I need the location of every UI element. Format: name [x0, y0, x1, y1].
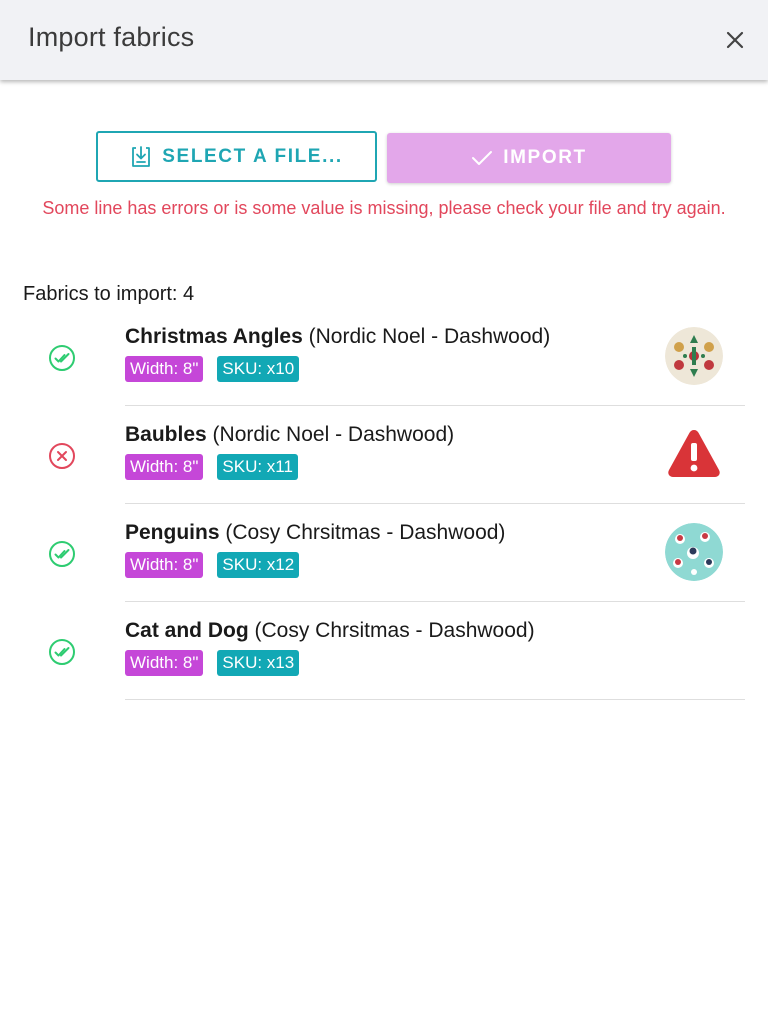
fabric-name: Cat and Dog — [125, 619, 249, 642]
width-tag: Width: 8" — [125, 454, 204, 480]
double-check-icon — [49, 541, 75, 567]
close-button[interactable] — [722, 27, 748, 53]
fabric-title: Baubles (Nordic Noel - Dashwood) — [125, 423, 454, 447]
check-icon — [472, 151, 493, 165]
double-check-icon — [49, 639, 75, 665]
fabric-row: Cat and Dog (Cosy Chrsitmas - Dashwood) … — [0, 602, 768, 700]
fabric-title: Christmas Angles (Nordic Noel - Dashwood… — [125, 325, 550, 349]
width-tag: Width: 8" — [125, 650, 204, 676]
close-icon — [726, 31, 744, 49]
fabric-collection: (Cosy Chrsitmas - Dashwood) — [248, 619, 535, 642]
fabric-tags: Width: 8" SKU: x13 — [125, 650, 300, 676]
fabric-list: Christmas Angles (Nordic Noel - Dashwood… — [0, 308, 768, 700]
error-message: Some line has errors or is some value is… — [42, 198, 726, 218]
select-file-label: SELECT A FILE... — [162, 145, 343, 167]
fabric-tags: Width: 8" SKU: x12 — [125, 552, 300, 578]
fabric-name: Penguins — [125, 521, 220, 544]
fabric-row: Baubles (Nordic Noel - Dashwood) Width: … — [0, 406, 768, 504]
width-tag: Width: 8" — [125, 356, 204, 382]
fabric-row: Christmas Angles (Nordic Noel - Dashwood… — [0, 308, 768, 406]
double-check-icon — [49, 345, 75, 371]
fabric-collection: (Nordic Noel - Dashwood) — [206, 423, 455, 446]
select-file-button[interactable]: SELECT A FILE... — [96, 131, 377, 182]
sku-tag: SKU: x11 — [217, 454, 298, 480]
warning-triangle-icon — [668, 430, 720, 477]
error-circle-icon — [49, 443, 75, 469]
row-divider — [125, 699, 745, 700]
width-tag: Width: 8" — [125, 552, 204, 578]
fabric-tags: Width: 8" SKU: x11 — [125, 454, 298, 480]
fabrics-count: Fabrics to import: 4 — [23, 283, 195, 305]
fabric-collection: (Cosy Chrsitmas - Dashwood) — [219, 521, 506, 544]
fabric-row: Penguins (Cosy Chrsitmas - Dashwood) Wid… — [0, 504, 768, 602]
sku-tag: SKU: x12 — [217, 552, 300, 578]
nordic-pattern-thumbnail — [665, 327, 723, 385]
penguin-pattern-thumbnail — [665, 523, 723, 581]
dialog-title: Import fabrics — [28, 22, 195, 52]
fabric-collection: (Nordic Noel - Dashwood) — [302, 325, 551, 348]
fabric-name: Baubles — [125, 423, 207, 446]
fabric-tags: Width: 8" SKU: x10 — [125, 356, 300, 382]
fabric-title: Cat and Dog (Cosy Chrsitmas - Dashwood) — [125, 619, 535, 643]
import-button[interactable]: IMPORT — [387, 133, 671, 183]
file-download-icon — [132, 145, 151, 167]
sku-tag: SKU: x10 — [217, 356, 300, 382]
fabric-title: Penguins (Cosy Chrsitmas - Dashwood) — [125, 521, 505, 545]
import-label: IMPORT — [503, 147, 587, 168]
dialog-header: Import fabrics — [0, 0, 768, 80]
fabric-name: Christmas Angles — [125, 325, 303, 348]
sku-tag: SKU: x13 — [217, 650, 300, 676]
